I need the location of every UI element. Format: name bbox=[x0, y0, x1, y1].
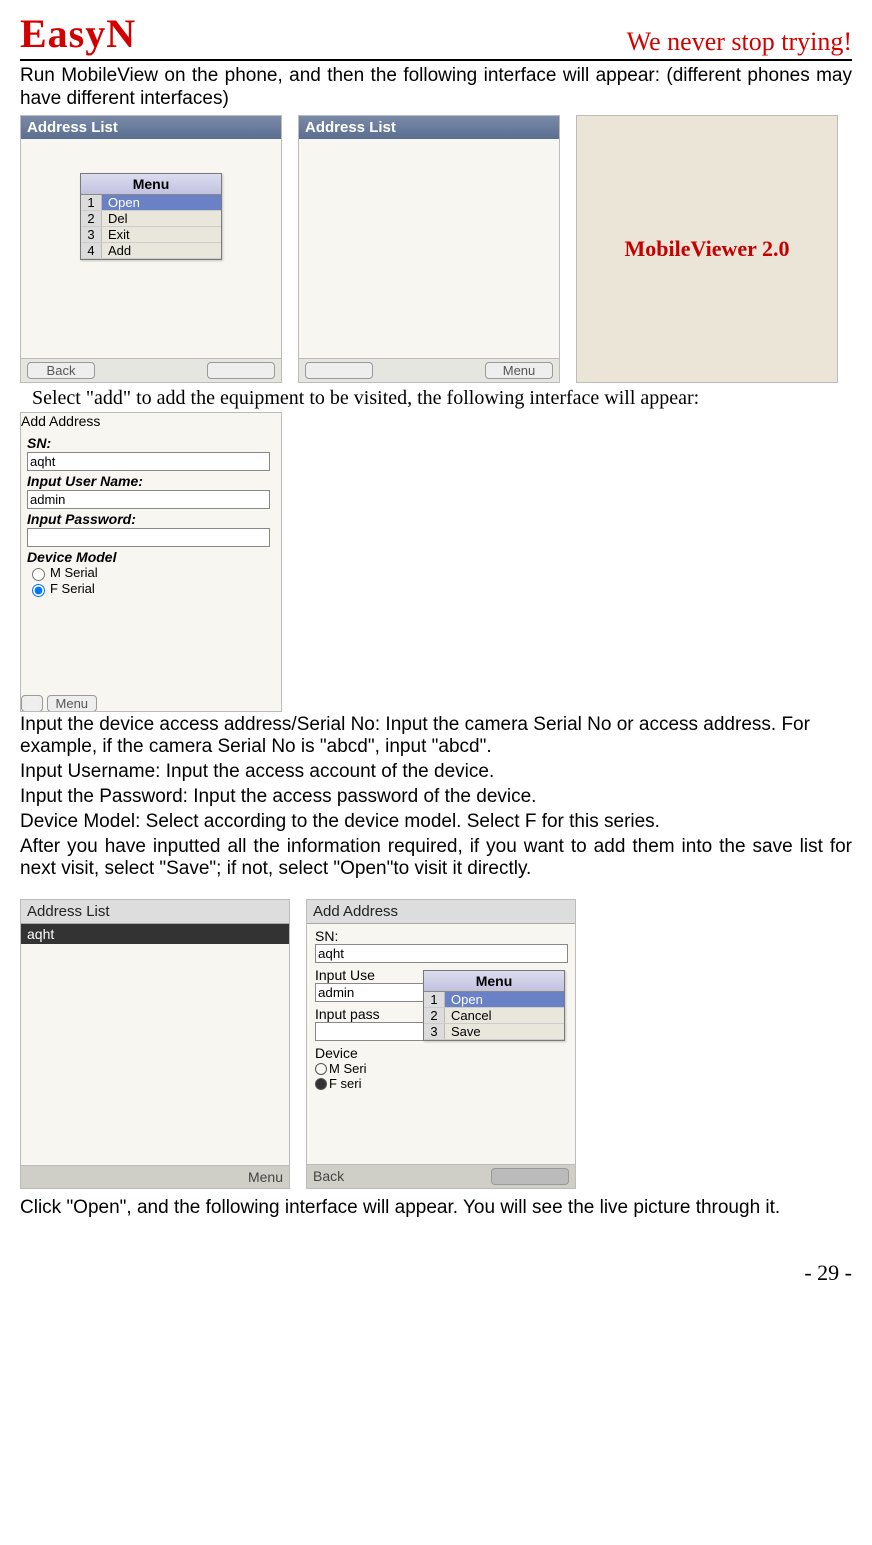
instruction-1: Input the device access address/Serial N… bbox=[20, 714, 852, 760]
titlebar: Add Address bbox=[307, 900, 575, 924]
page-number: - 29 - bbox=[20, 1260, 852, 1286]
screenshot-address-list-item: Address List aqht Menu bbox=[20, 899, 290, 1189]
blank-softkey-b bbox=[491, 1168, 569, 1185]
screenshot-address-list-empty: Address List Menu bbox=[298, 115, 560, 383]
list-item-aqht[interactable]: aqht bbox=[21, 924, 289, 944]
menu-item-open[interactable]: 1 Open bbox=[81, 195, 221, 211]
screenshot-row-1: Address List Menu 1 Open 2 Del 3 Exit 4 bbox=[20, 115, 852, 383]
pass-input[interactable] bbox=[27, 528, 270, 547]
pass-label: Input Password: bbox=[27, 511, 275, 527]
page-header: EasyN We never stop trying! bbox=[20, 10, 852, 61]
sn-input[interactable] bbox=[27, 452, 270, 471]
radio-circle-icon bbox=[315, 1063, 327, 1075]
click-open-text: Click "Open", and the following interfac… bbox=[20, 1197, 852, 1220]
radio-filled-circle-icon bbox=[315, 1078, 327, 1090]
sn-label: SN: bbox=[27, 435, 275, 451]
sn-label-b: SN: bbox=[315, 928, 567, 944]
menu-item-exit[interactable]: 3 Exit bbox=[81, 227, 221, 243]
logo: EasyN bbox=[20, 10, 136, 57]
blank-softkey bbox=[305, 362, 373, 379]
back-softkey-b[interactable]: Back bbox=[313, 1168, 344, 1185]
menu-softkey[interactable]: Menu bbox=[47, 695, 98, 712]
radio-m-serial[interactable]: M Serial bbox=[27, 565, 275, 581]
screenshot-add-address: Add Address SN: Input User Name: Input P… bbox=[20, 412, 282, 712]
screenshot-body: Menu 1 Open 2 Del 3 Exit 4 Add bbox=[21, 139, 281, 358]
softkey-bar: Menu bbox=[21, 695, 281, 711]
empty-area bbox=[21, 944, 289, 1165]
menu-item-open-b[interactable]: 1 Open bbox=[424, 992, 564, 1008]
screenshot-add-address-menu: Add Address SN: Input Use Input pass Dev… bbox=[306, 899, 576, 1189]
titlebar: Address List bbox=[21, 900, 289, 924]
user-input[interactable] bbox=[27, 490, 270, 509]
radio-m-input[interactable] bbox=[32, 568, 45, 581]
model-label: Device Model bbox=[27, 549, 275, 565]
blank-softkey bbox=[207, 362, 275, 379]
model-label-b: Device bbox=[315, 1045, 567, 1061]
blank-softkey bbox=[21, 695, 43, 712]
menu-popup: Menu 1 Open 2 Del 3 Exit 4 Add bbox=[80, 173, 222, 260]
intro-text: Run MobileView on the phone, and then th… bbox=[20, 65, 852, 111]
radio-f-b[interactable]: F seri bbox=[315, 1076, 567, 1091]
radio-f-label-b: F seri bbox=[329, 1076, 362, 1091]
add-body-b: SN: Input Use Input pass Device M Seri F… bbox=[307, 924, 575, 1164]
titlebar: Add Address bbox=[21, 413, 281, 429]
menu-title-b: Menu bbox=[424, 971, 564, 992]
radio-f-serial[interactable]: F Serial bbox=[27, 581, 275, 597]
menu-item-cancel-b[interactable]: 2 Cancel bbox=[424, 1008, 564, 1024]
screenshot-address-list-menu: Address List Menu 1 Open 2 Del 3 Exit 4 bbox=[20, 115, 282, 383]
menu-popup-b: Menu 1 Open 2 Cancel 3 Save bbox=[423, 970, 565, 1041]
softkey-bar: Menu bbox=[299, 358, 559, 382]
blank-softkey bbox=[27, 1169, 31, 1185]
add-body: SN: Input User Name: Input Password: Dev… bbox=[21, 429, 281, 695]
menu-softkey[interactable]: Menu bbox=[485, 362, 553, 379]
user-label: Input User Name: bbox=[27, 473, 275, 489]
menu-title: Menu bbox=[81, 174, 221, 195]
radio-m-b[interactable]: M Seri bbox=[315, 1061, 567, 1076]
titlebar: Address List bbox=[299, 116, 559, 139]
sn-input-b[interactable] bbox=[315, 944, 568, 963]
titlebar: Address List bbox=[21, 116, 281, 139]
radio-m-label-b: M Seri bbox=[329, 1061, 367, 1076]
softkey-bar: Back bbox=[21, 358, 281, 382]
instruction-5: After you have inputted all the informat… bbox=[20, 836, 852, 882]
menu-item-del[interactable]: 2 Del bbox=[81, 211, 221, 227]
radio-f-label: F Serial bbox=[50, 581, 95, 596]
radio-f-input[interactable] bbox=[32, 584, 45, 597]
splash-text: MobileViewer 2.0 bbox=[625, 236, 790, 262]
instruction-4: Device Model: Select according to the de… bbox=[20, 811, 852, 834]
menu-item-save-b[interactable]: 3 Save bbox=[424, 1024, 564, 1040]
softkey-bar: Menu bbox=[21, 1165, 289, 1188]
menu-softkey[interactable]: Menu bbox=[248, 1169, 283, 1185]
screenshot-row-2: Address List aqht Menu Add Address SN: I… bbox=[20, 895, 852, 1193]
radio-m-label: M Serial bbox=[50, 565, 98, 580]
tagline: We never stop trying! bbox=[627, 27, 852, 57]
menu-item-add[interactable]: 4 Add bbox=[81, 243, 221, 259]
screenshot-splash: MobileViewer 2.0 bbox=[576, 115, 838, 383]
instruction-2: Input Username: Input the access account… bbox=[20, 761, 852, 784]
back-softkey[interactable]: Back bbox=[27, 362, 95, 379]
instruction-3: Input the Password: Input the access pas… bbox=[20, 786, 852, 809]
select-add-text: Select "add" to add the equipment to be … bbox=[32, 387, 852, 410]
screenshot-body bbox=[299, 139, 559, 358]
softkey-bar-b: Back bbox=[307, 1164, 575, 1188]
